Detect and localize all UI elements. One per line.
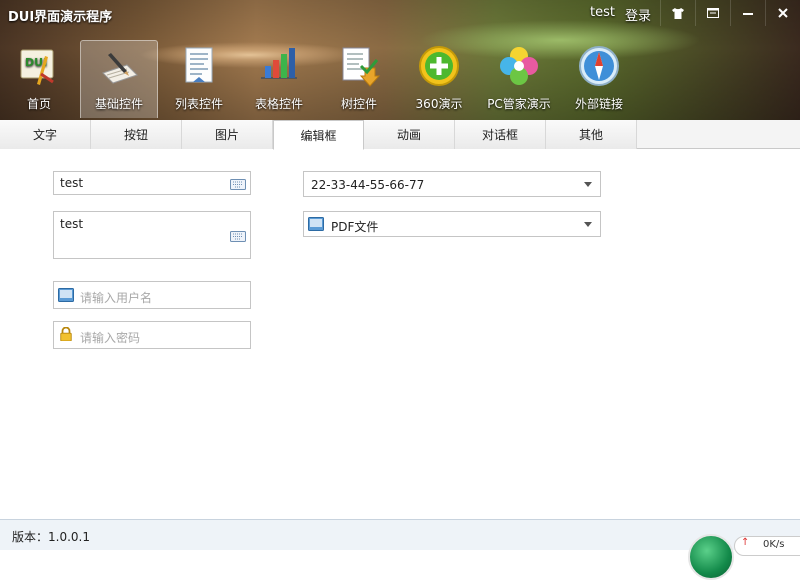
close-button[interactable] <box>765 0 800 26</box>
password-placeholder: 请输入密码 <box>80 331 141 345</box>
keyboard-icon[interactable] <box>230 179 246 190</box>
version-label: 版本：1.0.0.1 <box>12 530 90 544</box>
monitor-icon <box>308 217 324 231</box>
toolbar-tree-controls[interactable]: 树控件 <box>320 40 398 118</box>
single-line-edit-value: test <box>60 176 84 190</box>
sub-tab-bar: 文字 按钮 图片 编辑框 动画 对话框 其他 <box>0 120 800 150</box>
username-placeholder: 请输入用户名 <box>80 291 153 305</box>
network-speed-panel: ↑ 0K/s <box>734 536 800 556</box>
toolbar-360-demo[interactable]: 360演示 <box>400 40 478 118</box>
close-icon <box>778 8 788 18</box>
main-toolbar: DUI 首页 基础控件 列表控件 表格控件 树控件 360演示 PC管家演示 外… <box>0 40 640 120</box>
toolbar-home-label: 首页 <box>26 97 51 111</box>
upload-arrow-icon: ↑ <box>741 537 750 548</box>
tab-animation[interactable]: 动画 <box>364 120 455 149</box>
title-bar: DUI界面演示程序 test 登录 DUI 首页 基础控件 列表控件 表格控件 … <box>0 0 800 120</box>
toolbar-list-controls[interactable]: 列表控件 <box>160 40 238 118</box>
tab-dialog[interactable]: 对话框 <box>455 120 546 149</box>
user-area: test 登录 <box>590 5 651 24</box>
keyboard-icon[interactable] <box>230 231 246 242</box>
tab-other[interactable]: 其他 <box>546 120 637 149</box>
lock-icon <box>60 327 72 341</box>
menu-icon <box>707 8 719 18</box>
tab-edit-box[interactable]: 编辑框 <box>273 120 364 150</box>
pen-paper-icon <box>102 53 138 84</box>
login-link[interactable]: 登录 <box>625 5 651 24</box>
clover-icon <box>500 47 538 85</box>
toolbar-pc-manager-demo[interactable]: PC管家演示 <box>480 40 558 118</box>
multi-line-edit[interactable]: test <box>53 211 251 259</box>
toolbar-grid-controls-label: 表格控件 <box>254 97 303 111</box>
chevron-down-icon[interactable] <box>584 222 592 227</box>
single-line-edit[interactable]: test <box>53 171 251 195</box>
toolbar-list-controls-label: 列表控件 <box>174 97 223 111</box>
status-bar: 版本：1.0.0.1 ↑ 0K/s <box>0 519 800 580</box>
tab-text[interactable]: 文字 <box>0 120 91 149</box>
dui-logo-icon: DUI <box>20 49 54 85</box>
skin-button[interactable] <box>660 0 695 26</box>
file-type-combo[interactable]: PDF文件 <box>303 211 601 237</box>
password-input[interactable]: 请输入密码 <box>53 321 251 349</box>
network-speed-value: 0K/s <box>763 539 785 550</box>
username-input[interactable]: 请输入用户名 <box>53 281 251 309</box>
tree-document-icon <box>342 47 381 87</box>
chevron-down-icon[interactable] <box>584 182 592 187</box>
toolbar-tree-controls-label: 树控件 <box>340 97 377 111</box>
document-list-icon <box>185 47 213 83</box>
username[interactable]: test <box>590 5 615 24</box>
tab-button[interactable]: 按钮 <box>91 120 182 149</box>
shirt-icon <box>672 7 684 19</box>
toolbar-grid-controls[interactable]: 表格控件 <box>240 40 318 118</box>
toolbar-basic-controls-label: 基础控件 <box>94 97 143 111</box>
tab-image[interactable]: 图片 <box>182 120 273 149</box>
network-speed-ball[interactable] <box>688 534 734 580</box>
file-type-value: PDF文件 <box>331 220 379 234</box>
compass-icon <box>579 46 619 86</box>
mac-address-value: 22-33-44-55-66-77 <box>311 178 425 192</box>
multi-line-edit-value: test <box>60 217 84 231</box>
bar-chart-icon <box>261 48 297 79</box>
mac-address-combo[interactable]: 22-33-44-55-66-77 <box>303 171 601 197</box>
toolbar-external-link-label: 外部链接 <box>574 97 623 111</box>
user-card-icon <box>58 288 74 302</box>
toolbar-pc-manager-demo-label: PC管家演示 <box>487 97 551 111</box>
minimize-button[interactable] <box>730 0 765 26</box>
content-panel: test test 请输入用户名 请输入密码 22-33-44-55-66-77 <box>0 149 800 519</box>
menu-button[interactable] <box>695 0 730 26</box>
plus-circle-icon <box>419 46 459 86</box>
toolbar-basic-controls[interactable]: 基础控件 <box>80 40 158 118</box>
app-title: DUI界面演示程序 <box>8 10 113 25</box>
minimize-icon <box>743 13 753 15</box>
toolbar-360-demo-label: 360演示 <box>415 97 463 111</box>
toolbar-external-link[interactable]: 外部链接 <box>560 40 638 118</box>
toolbar-home[interactable]: DUI 首页 <box>0 40 78 118</box>
window-controls <box>660 0 800 26</box>
